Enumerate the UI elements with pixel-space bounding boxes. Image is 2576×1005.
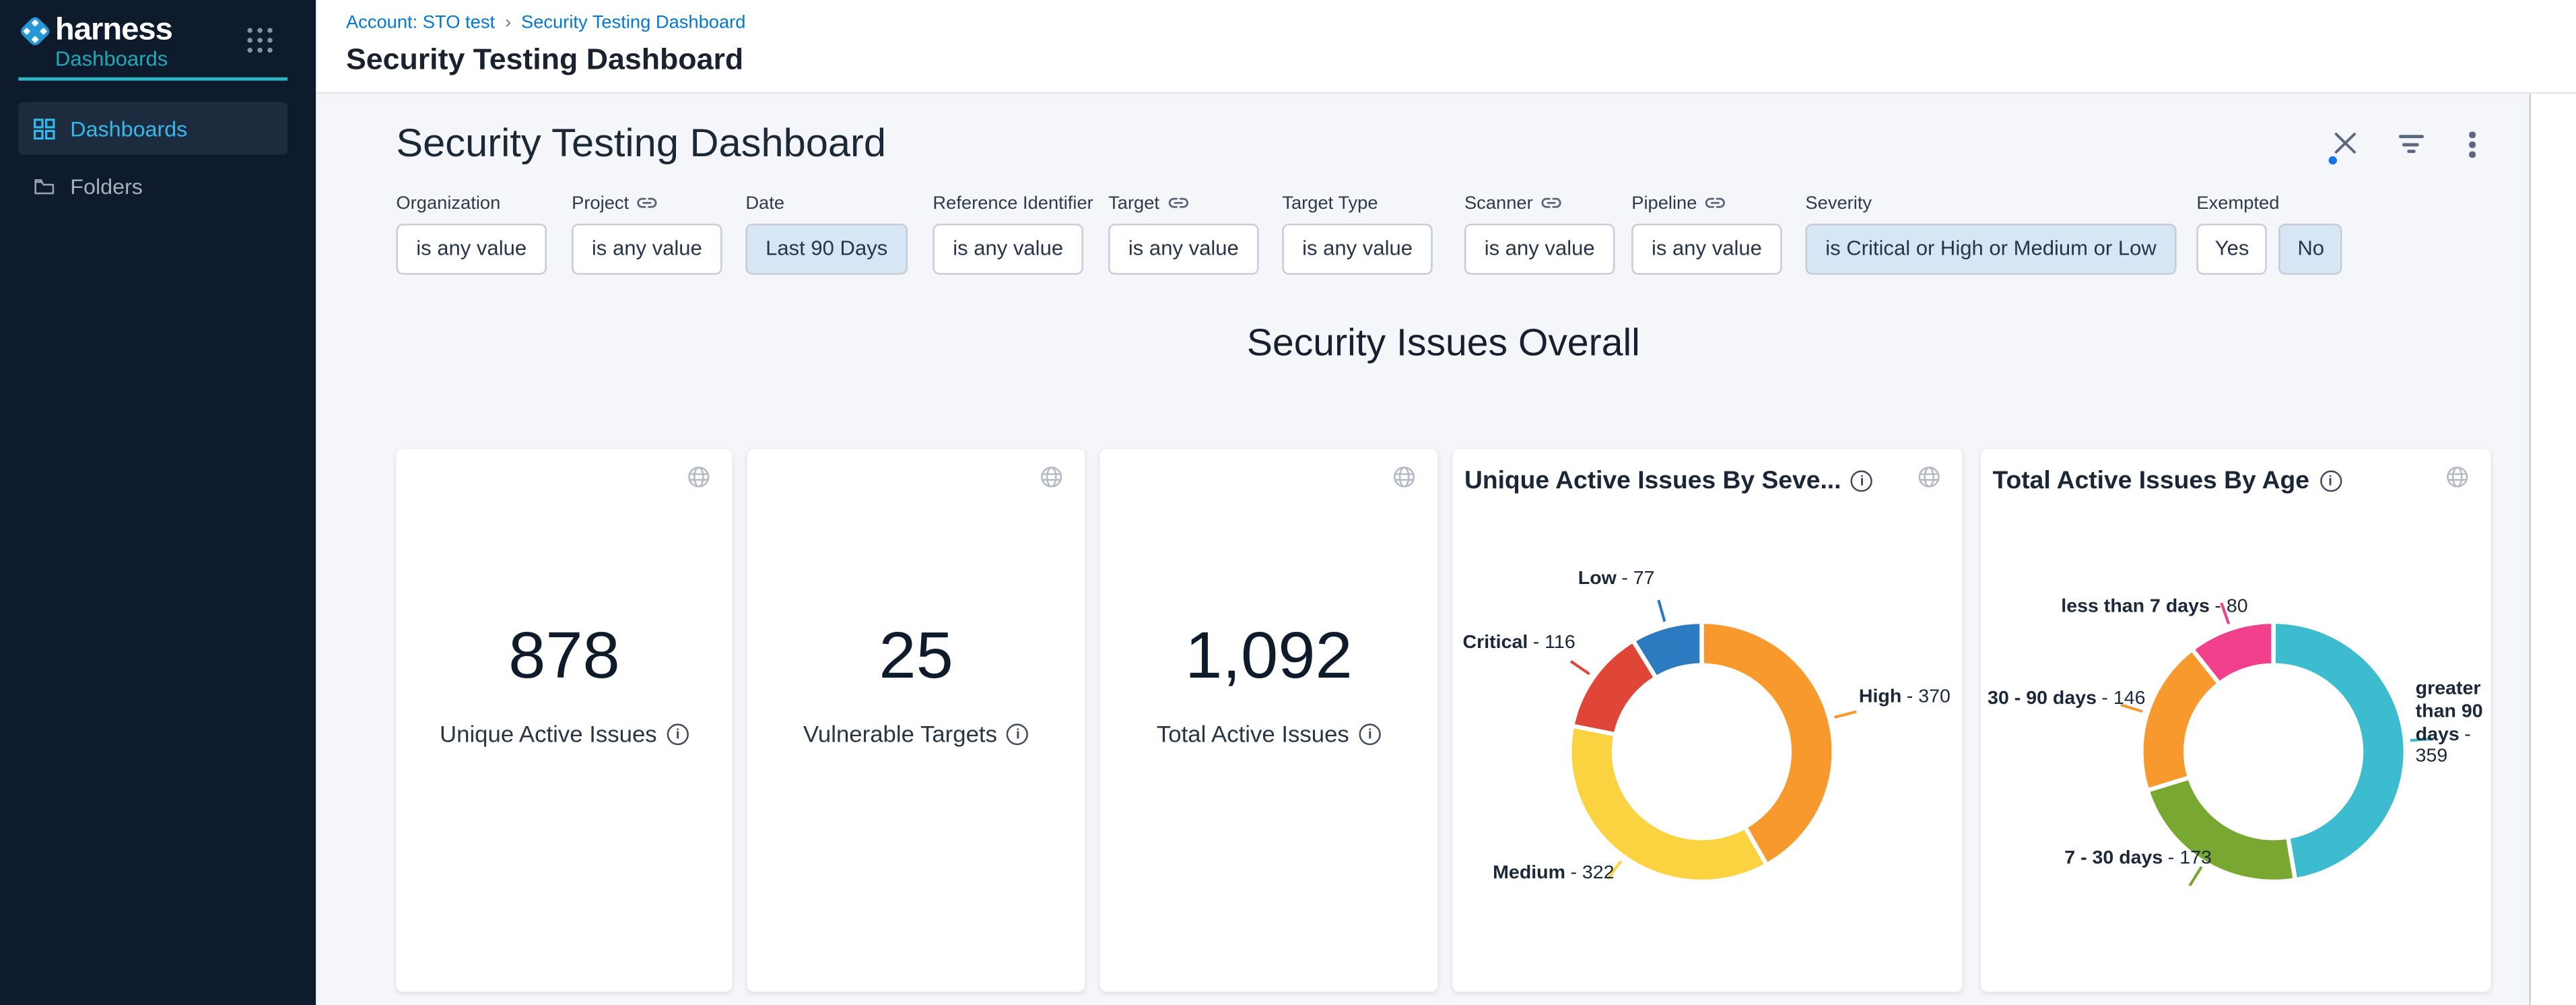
filter-scanner: Scanner is any value — [1464, 193, 1615, 275]
filter-value-chip[interactable]: is any value — [1282, 224, 1432, 275]
filter-label: Project — [572, 193, 629, 213]
stat-label: Unique Active Issues — [440, 721, 657, 747]
product-name: Dashboards — [55, 48, 168, 71]
filter-label: Scanner — [1464, 193, 1533, 213]
info-icon[interactable]: i — [1007, 723, 1029, 744]
filter-date: Date Last 90 Days — [745, 193, 908, 275]
breadcrumb: Account: STO test › Security Testing Das… — [346, 13, 746, 33]
donut-label-30-90-days: 30 - 90 days- 146 — [1988, 689, 2145, 712]
globe-icon — [1040, 465, 1063, 488]
globe-icon — [687, 465, 710, 488]
notification-dot — [2329, 156, 2337, 164]
filter-target-type: Target Type is any value — [1282, 193, 1432, 275]
filter-label: Date — [745, 193, 908, 214]
sidebar-item-label: Folders — [70, 174, 143, 199]
filter-severity: Severity is Critical or High or Medium o… — [1805, 193, 2176, 275]
brand[interactable]: harness — [18, 13, 172, 50]
stat-label: Vulnerable Targets — [803, 721, 997, 747]
sidebar-item-label: Dashboards — [70, 116, 187, 141]
stat-card-vulnerable-targets[interactable]: 25 Vulnerable Targets i — [747, 449, 1085, 992]
filter-exempted: Exempted Yes No — [2196, 193, 2342, 275]
filter-value-chip[interactable]: is Critical or High or Medium or Low — [1805, 224, 2176, 275]
dashboard-content: Security Testing Dashboard Organization … — [316, 94, 2529, 1005]
link-icon — [1705, 194, 1726, 212]
donut-label-greater-than-90-days: greater than 90 days- 359 — [2416, 680, 2493, 771]
filter-value-chip[interactable]: is any value — [1108, 224, 1258, 275]
close-icon[interactable] — [2332, 130, 2359, 156]
filter-value-chip[interactable]: is any value — [396, 224, 546, 275]
link-icon — [638, 194, 658, 212]
link-icon — [1167, 194, 1188, 212]
globe-icon — [1392, 465, 1416, 488]
filter-label: Target — [1108, 193, 1159, 213]
sidebar: harness Dashboards Dashboards — [0, 0, 316, 1005]
chart-title: Unique Active Issues By Seve... — [1464, 467, 1841, 495]
app-window: harness Dashboards Dashboards — [0, 0, 2576, 1005]
filter-target: Target is any value — [1108, 193, 1258, 275]
link-icon — [1541, 194, 1561, 212]
stat-value: 878 — [396, 620, 732, 694]
filter-pipeline: Pipeline is any value — [1631, 193, 1782, 275]
filter-label: Organization — [396, 193, 546, 214]
stat-label: Total Active Issues — [1157, 721, 1349, 747]
filter-organization: Organization is any value — [396, 193, 546, 275]
filter-value-chip[interactable]: is any value — [1631, 224, 1782, 275]
filter-project: Project is any value — [572, 193, 722, 275]
dashboard-filters-icon[interactable] — [2397, 130, 2424, 156]
filter-value-chip[interactable]: Last 90 Days — [745, 224, 908, 275]
sidebar-item-dashboards[interactable]: Dashboards — [18, 102, 287, 154]
filter-value-chip[interactable]: is any value — [1464, 224, 1615, 275]
globe-icon — [2445, 465, 2469, 488]
harness-logo-icon — [18, 15, 52, 48]
exempted-no-button[interactable]: No — [2279, 224, 2342, 275]
filter-label: Exempted — [2196, 193, 2342, 214]
chevron-right-icon: › — [505, 13, 511, 33]
stat-value: 25 — [747, 620, 1085, 694]
exempted-yes-button[interactable]: Yes — [2196, 224, 2267, 275]
donut-label-less-than-7-days: less than 7 days- 80 — [2061, 597, 2247, 620]
filter-label: Pipeline — [1631, 193, 1697, 213]
donut-label-low: Low- 77 — [1578, 569, 1655, 592]
stat-card-total-active-issues[interactable]: 1,092 Total Active Issues i — [1100, 449, 1438, 992]
dashboards-icon — [34, 118, 55, 139]
globe-icon — [1918, 465, 1941, 488]
chart-card-issues-by-age[interactable]: Total Active Issues By Age i less than 7 … — [1981, 449, 2490, 992]
filter-label: Reference Identifier — [933, 193, 1093, 214]
scrollbar[interactable] — [2529, 94, 2576, 1005]
filter-label: Target Type — [1282, 193, 1432, 214]
info-icon[interactable]: i — [1851, 470, 1872, 492]
section-title: Security Issues Overall — [396, 321, 2490, 365]
donut-label-high: High- 370 — [1859, 688, 1951, 711]
stat-card-unique-active-issues[interactable]: 878 Unique Active Issues i — [396, 449, 732, 992]
filter-value-chip[interactable]: is any value — [572, 224, 722, 275]
donut-label-medium: Medium- 322 — [1493, 864, 1614, 886]
stat-value: 1,092 — [1100, 620, 1438, 694]
filter-reference-identifier: Reference Identifier is any value — [933, 193, 1093, 275]
dashboard-title: Security Testing Dashboard — [396, 122, 886, 168]
chart-card-issues-by-severity[interactable]: Unique Active Issues By Seve... i Low- 77… — [1453, 449, 1963, 992]
folder-icon — [34, 175, 55, 197]
filter-label: Severity — [1805, 193, 2176, 214]
info-icon[interactable]: i — [2319, 470, 2341, 492]
donut-label-7-30-days: 7 - 30 days- 173 — [2064, 849, 2212, 872]
donut-label-critical: Critical- 116 — [1462, 633, 1575, 656]
sidebar-item-folders[interactable]: Folders — [18, 160, 287, 212]
sidebar-divider — [18, 77, 287, 81]
filter-value-chip[interactable]: is any value — [933, 224, 1083, 275]
info-icon[interactable]: i — [1359, 723, 1381, 744]
page-title: Security Testing Dashboard — [346, 42, 743, 77]
info-icon[interactable]: i — [667, 723, 689, 744]
breadcrumb-page-link[interactable]: Security Testing Dashboard — [521, 13, 746, 33]
app-switcher-icon[interactable] — [247, 28, 275, 57]
kebab-menu-icon[interactable] — [2459, 130, 2486, 156]
top-header: Account: STO test › Security Testing Das… — [316, 0, 2576, 94]
chart-title: Total Active Issues By Age — [1993, 467, 2310, 495]
breadcrumb-account-link[interactable]: Account: STO test — [346, 13, 495, 33]
brand-name: harness — [55, 13, 172, 50]
